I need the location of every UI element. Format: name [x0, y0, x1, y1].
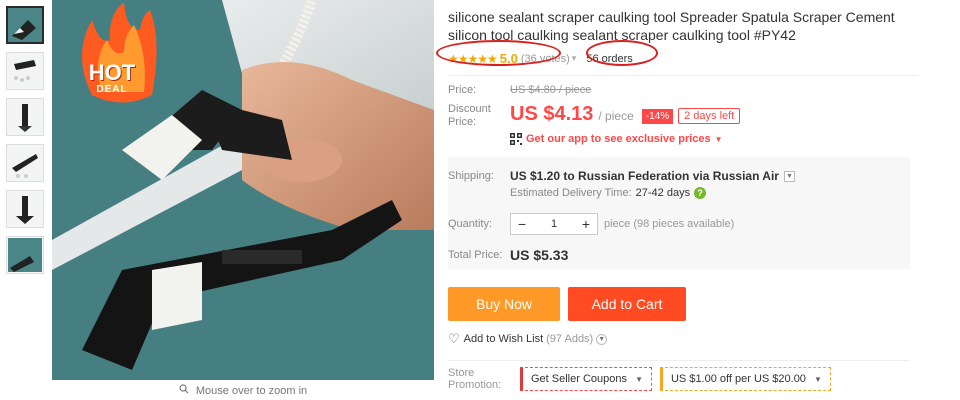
delivery-estimate: Estimated Delivery Time: 27-42 days ?: [510, 187, 898, 199]
magnifier-icon: [179, 382, 189, 400]
store-promotion-label: Store Promotion:: [448, 367, 502, 391]
estimated-days: 27-42 days: [635, 187, 691, 199]
hot-deal-label: HOT DEAL: [70, 62, 154, 96]
hot-deal-text: HOT: [88, 60, 136, 85]
main-product-image[interactable]: HOT DEAL: [52, 0, 434, 380]
quantity-input[interactable]: 1: [533, 214, 575, 234]
app-promo[interactable]: Get our app to see exclusive prices ▼: [510, 133, 918, 145]
total-label: Total Price:: [448, 248, 503, 261]
increment-button[interactable]: +: [575, 214, 597, 234]
rating-value: 5.0: [499, 51, 518, 66]
days-left-badge: 2 days left: [678, 108, 741, 124]
add-to-cart-button[interactable]: Add to Cart: [568, 287, 686, 321]
chevron-down-icon[interactable]: ▼: [596, 333, 608, 345]
zoom-hint-text: Mouse over to zoom in: [195, 385, 308, 397]
discount-badge: -14%: [641, 109, 674, 124]
store-coupon[interactable]: US $1.00 off per US $20.00 ▼: [659, 367, 831, 391]
price-block: Price: US $4.80 / piece Discount Price: …: [448, 84, 918, 145]
total-value: US $5.33: [510, 247, 569, 263]
thumbnail-1[interactable]: [6, 6, 44, 44]
action-buttons: Buy Now Add to Cart: [448, 287, 918, 321]
product-info: silicone sealant scraper caulking tool S…: [436, 0, 918, 391]
divider: [448, 360, 910, 361]
thumbnail-6[interactable]: [6, 236, 44, 274]
chevron-down-icon: ▼: [714, 134, 723, 144]
total-row: Total Price: US $5.33: [448, 247, 898, 263]
qr-code-icon: [510, 133, 522, 145]
star-rating-icon: ★★★★★: [448, 51, 498, 66]
per-unit: / piece: [598, 109, 634, 123]
decrement-button[interactable]: −: [511, 214, 533, 234]
store-promotion-row: Store Promotion: Get Seller Coupons ▼ US…: [448, 367, 918, 391]
thumbnail-4[interactable]: [6, 144, 44, 182]
wish-adds-count: (97 Adds): [546, 333, 594, 345]
app-promo-text: Get our app to see exclusive prices: [526, 133, 711, 145]
product-title: silicone sealant scraper caulking tool S…: [448, 9, 895, 43]
thumbnail-5[interactable]: [6, 190, 44, 228]
shipping-value[interactable]: US $1.20 to Russian Federation via Russi…: [510, 169, 779, 183]
thumbnail-2[interactable]: [6, 52, 44, 90]
chevron-down-icon[interactable]: ▾: [572, 53, 577, 64]
wish-list-row[interactable]: ♡ Add to Wish List (97 Adds) ▼: [448, 331, 918, 347]
original-price-row: Price: US $4.80 / piece: [448, 84, 918, 97]
deal-text: DEAL: [96, 84, 128, 95]
help-icon[interactable]: ?: [694, 187, 707, 199]
discount-price-row: Discount Price: US $4.13 / piece -14% 2 …: [448, 103, 918, 129]
seller-coupons-label: Get Seller Coupons: [531, 373, 627, 385]
seller-coupons-button[interactable]: Get Seller Coupons ▼: [520, 367, 652, 391]
chevron-down-icon: ▼: [635, 375, 643, 384]
chevron-down-icon: ▼: [814, 375, 822, 384]
price-label: Price:: [448, 84, 477, 96]
shipping-row: Shipping: US $1.20 to Russian Federation…: [448, 169, 898, 183]
votes-link[interactable]: (36 votes): [521, 53, 570, 65]
wish-list-link[interactable]: Add to Wish List: [464, 333, 543, 345]
shipping-dropdown-icon[interactable]: ▼: [783, 170, 795, 182]
thumbnail-3[interactable]: [6, 98, 44, 136]
quantity-label: Quantity:: [448, 217, 493, 230]
estimated-label: Estimated Delivery Time:: [510, 187, 632, 199]
discount-label: Discount Price:: [448, 103, 491, 128]
thumbnail-strip: [6, 6, 46, 282]
orders-count: 56 orders: [586, 52, 633, 65]
availability-note: piece (98 pieces available): [604, 218, 735, 230]
buy-now-button[interactable]: Buy Now: [448, 287, 560, 321]
original-price: US $4.80 / piece: [510, 84, 592, 96]
quantity-row: Quantity: − 1 + piece (98 pieces availab…: [448, 213, 898, 235]
coupon-text: US $1.00 off per US $20.00: [670, 373, 806, 385]
shipping-block: Shipping: US $1.20 to Russian Federation…: [448, 157, 910, 269]
zoom-hint: Mouse over to zoom in: [52, 382, 434, 400]
shipping-label: Shipping:: [448, 169, 494, 182]
product-page: HOT DEAL Mouse over to zoom in silicone …: [0, 0, 960, 400]
discount-price: US $4.13: [510, 103, 594, 125]
heart-plus-icon[interactable]: ♡: [448, 331, 460, 347]
product-photo: [52, 0, 434, 380]
quantity-stepper: − 1 +: [510, 213, 598, 235]
rating-row: ★★★★★ 5.0 (36 votes) ▾ 56 orders: [448, 48, 918, 76]
